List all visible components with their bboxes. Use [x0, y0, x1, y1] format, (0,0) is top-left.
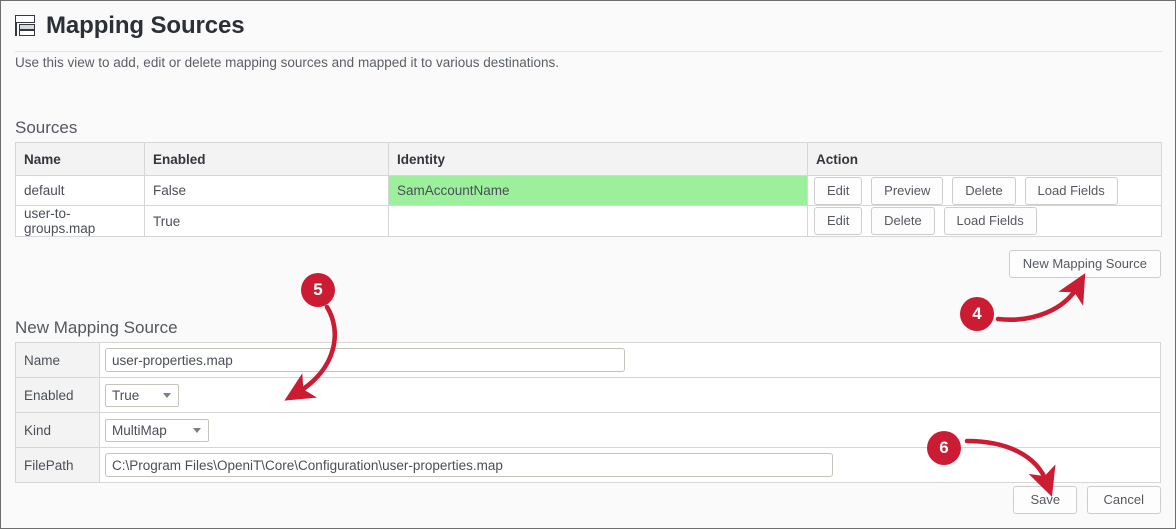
field-enabled: True: [99, 377, 1161, 413]
save-button[interactable]: Save: [1013, 486, 1078, 514]
load-fields-button[interactable]: Load Fields: [943, 207, 1037, 235]
callout-badge-6: 6: [927, 431, 961, 465]
column-header-action: Action: [807, 142, 1162, 176]
kind-select[interactable]: MultiMap: [105, 418, 209, 442]
table-row: default False SamAccountName Edit Previe…: [15, 175, 1162, 206]
cell-identity: [388, 205, 808, 237]
form-row-kind: Kind MultiMap: [15, 412, 1161, 448]
label-enabled: Enabled: [15, 377, 100, 413]
cell-action: Edit Preview Delete Load Fields: [807, 175, 1162, 206]
field-kind: MultiMap: [99, 412, 1161, 448]
label-kind: Kind: [15, 412, 100, 448]
enabled-select-value: True: [112, 387, 140, 403]
enabled-select[interactable]: True: [105, 383, 179, 407]
cell-identity: SamAccountName: [388, 175, 808, 206]
new-mapping-source-heading: New Mapping Source: [15, 318, 178, 337]
label-name: Name: [15, 342, 100, 378]
preview-button[interactable]: Preview: [871, 176, 944, 205]
delete-button[interactable]: Delete: [871, 207, 935, 235]
form-row-filepath: FilePath: [15, 447, 1161, 483]
chevron-down-icon: [163, 393, 171, 398]
edit-button[interactable]: Edit: [814, 207, 863, 235]
new-mapping-source-form: Name Enabled True Kind MultiMa: [15, 342, 1161, 483]
cell-action: Edit Delete Load Fields: [807, 205, 1162, 237]
page-description: Use this view to add, edit or delete map…: [15, 55, 560, 70]
mapping-sources-page: Mapping Sources Use this view to add, ed…: [0, 0, 1176, 529]
cell-enabled: False: [144, 175, 389, 206]
cell-name: user-to-groups.map: [15, 205, 145, 237]
mapping-sources-icon: [15, 14, 37, 38]
page-header: Mapping Sources: [1, 1, 1175, 51]
load-fields-button[interactable]: Load Fields: [1024, 176, 1118, 205]
cancel-button[interactable]: Cancel: [1086, 486, 1161, 514]
page-title: Mapping Sources: [46, 12, 245, 39]
delete-button[interactable]: Delete: [952, 176, 1016, 205]
column-header-enabled: Enabled: [144, 142, 389, 176]
header-divider: [15, 51, 1163, 52]
callout-badge-5: 5: [301, 273, 335, 307]
new-mapping-source-toolbar: New Mapping Source: [15, 250, 1161, 278]
form-row-enabled: Enabled True: [15, 377, 1161, 413]
cell-name: default: [15, 175, 145, 206]
chevron-down-icon: [193, 428, 201, 433]
filepath-input[interactable]: [105, 453, 833, 477]
edit-button[interactable]: Edit: [814, 176, 863, 205]
cell-enabled: True: [144, 205, 389, 237]
form-footer: Save Cancel: [15, 486, 1161, 514]
sources-table-header-row: Name Enabled Identity Action: [15, 142, 1162, 176]
name-input[interactable]: [105, 348, 625, 372]
callout-badge-4: 4: [960, 297, 994, 331]
column-header-identity: Identity: [388, 142, 808, 176]
field-filepath: [99, 447, 1161, 483]
form-row-name: Name: [15, 342, 1161, 378]
kind-select-value: MultiMap: [112, 422, 167, 438]
field-name: [99, 342, 1161, 378]
sources-table: Name Enabled Identity Action default Fal…: [15, 142, 1162, 237]
sources-heading: Sources: [15, 118, 78, 137]
arrow-to-new-mapping-source-button: [995, 273, 1086, 322]
column-header-name: Name: [15, 142, 145, 176]
new-mapping-source-button[interactable]: New Mapping Source: [1008, 250, 1161, 278]
table-row: user-to-groups.map True Edit Delete Load…: [15, 205, 1162, 237]
label-filepath: FilePath: [15, 447, 100, 483]
